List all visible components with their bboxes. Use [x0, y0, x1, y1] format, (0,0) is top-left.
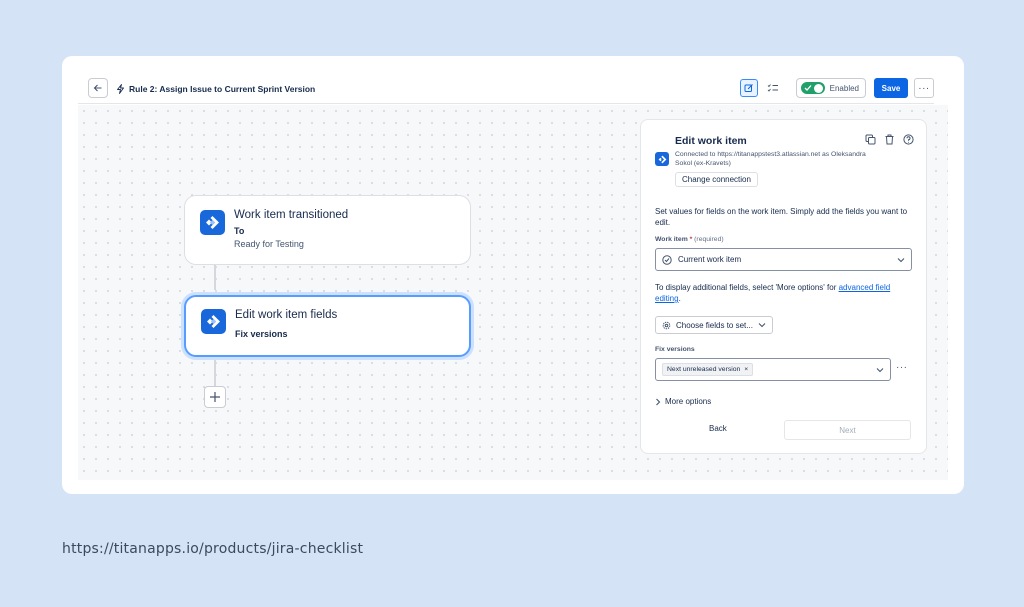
- node-subtitle: Fix versions: [235, 329, 288, 339]
- duplicate-icon[interactable]: [865, 134, 876, 145]
- edit-mode-button[interactable]: [739, 79, 758, 97]
- edit-work-item-panel: Edit work item Connected to https://tita…: [640, 119, 927, 454]
- chevron-down-icon: [897, 257, 905, 262]
- work-item-value: Current work item: [678, 255, 742, 264]
- toggle-switch[interactable]: [800, 82, 825, 94]
- enabled-label: Enabled: [829, 83, 859, 93]
- choose-fields-label: Choose fields to set...: [676, 320, 753, 330]
- version-tag-label: Next unreleased version: [667, 366, 741, 373]
- chevron-right-icon: [656, 398, 661, 405]
- connection-info: Connected to https://titanappstest3.atla…: [675, 151, 866, 167]
- rule-header: Rule 2: Assign Issue to Current Sprint V…: [78, 74, 934, 104]
- fix-versions-select[interactable]: Next unreleased version ×: [655, 358, 891, 381]
- lightning-icon: [117, 84, 124, 94]
- change-connection-button[interactable]: Change connection: [675, 172, 758, 187]
- node-title: Edit work item fields: [235, 309, 338, 321]
- info-text: To display additional fields, select 'Mo…: [655, 283, 891, 303]
- jira-icon: [201, 309, 226, 334]
- panel-description: Set values for fields on the work item. …: [655, 207, 908, 227]
- field-more-button[interactable]: ···: [896, 362, 908, 373]
- source-url: https://titanapps.io/products/jira-check…: [62, 541, 364, 557]
- edit-icon: [744, 84, 753, 92]
- connector-line: [214, 265, 216, 290]
- next-button[interactable]: Next: [784, 420, 911, 440]
- arrow-left-icon: [93, 84, 102, 92]
- jira-icon: [200, 210, 225, 235]
- more-options-toggle[interactable]: More options: [655, 397, 711, 406]
- help-icon[interactable]: [903, 134, 914, 145]
- panel-title: Edit work item: [675, 135, 747, 147]
- work-item-select[interactable]: Current work item: [655, 248, 912, 271]
- gear-icon: [662, 321, 671, 329]
- more-actions-button[interactable]: ···: [914, 78, 934, 98]
- back-button[interactable]: [88, 78, 108, 98]
- check-icon: [804, 85, 812, 91]
- jira-icon: [655, 152, 669, 166]
- chevron-down-icon: [758, 323, 766, 328]
- connector-line: [214, 358, 216, 386]
- toggle-knob: [814, 83, 824, 93]
- node-subtitle: To: [234, 226, 245, 236]
- check-circle-icon: [662, 254, 672, 265]
- work-item-label: Work item * (required): [655, 236, 724, 243]
- automation-window: Rule 2: Assign Issue to Current Sprint V…: [62, 56, 964, 494]
- node-title: Work item transitioned: [234, 209, 349, 221]
- trigger-node[interactable]: Work item transitioned To Ready for Test…: [184, 195, 471, 265]
- add-component-button[interactable]: [204, 386, 226, 408]
- remove-tag-icon[interactable]: ×: [744, 366, 748, 373]
- rule-title-text: Rule 2: Assign Issue to Current Sprint V…: [129, 84, 316, 94]
- trash-icon[interactable]: [884, 134, 895, 145]
- node-detail: Ready for Testing: [234, 239, 304, 249]
- header-actions: Enabled Save ···: [739, 77, 934, 99]
- save-button[interactable]: Save: [874, 78, 908, 98]
- list-view-button[interactable]: [764, 79, 782, 97]
- fix-versions-label: Fix versions: [655, 346, 695, 353]
- rule-title: Rule 2: Assign Issue to Current Sprint V…: [116, 80, 315, 98]
- version-tag: Next unreleased version ×: [662, 363, 754, 376]
- enabled-toggle[interactable]: Enabled: [795, 78, 866, 98]
- back-action-button[interactable]: Back: [709, 424, 727, 433]
- panel-actions: [865, 134, 914, 145]
- chevron-down-icon: [876, 367, 884, 372]
- more-options-label: More options: [665, 397, 712, 406]
- checklist-icon: [767, 84, 778, 92]
- plus-icon: [210, 392, 220, 402]
- action-node[interactable]: Edit work item fields Fix versions: [184, 295, 471, 357]
- choose-fields-button[interactable]: Choose fields to set...: [655, 316, 773, 334]
